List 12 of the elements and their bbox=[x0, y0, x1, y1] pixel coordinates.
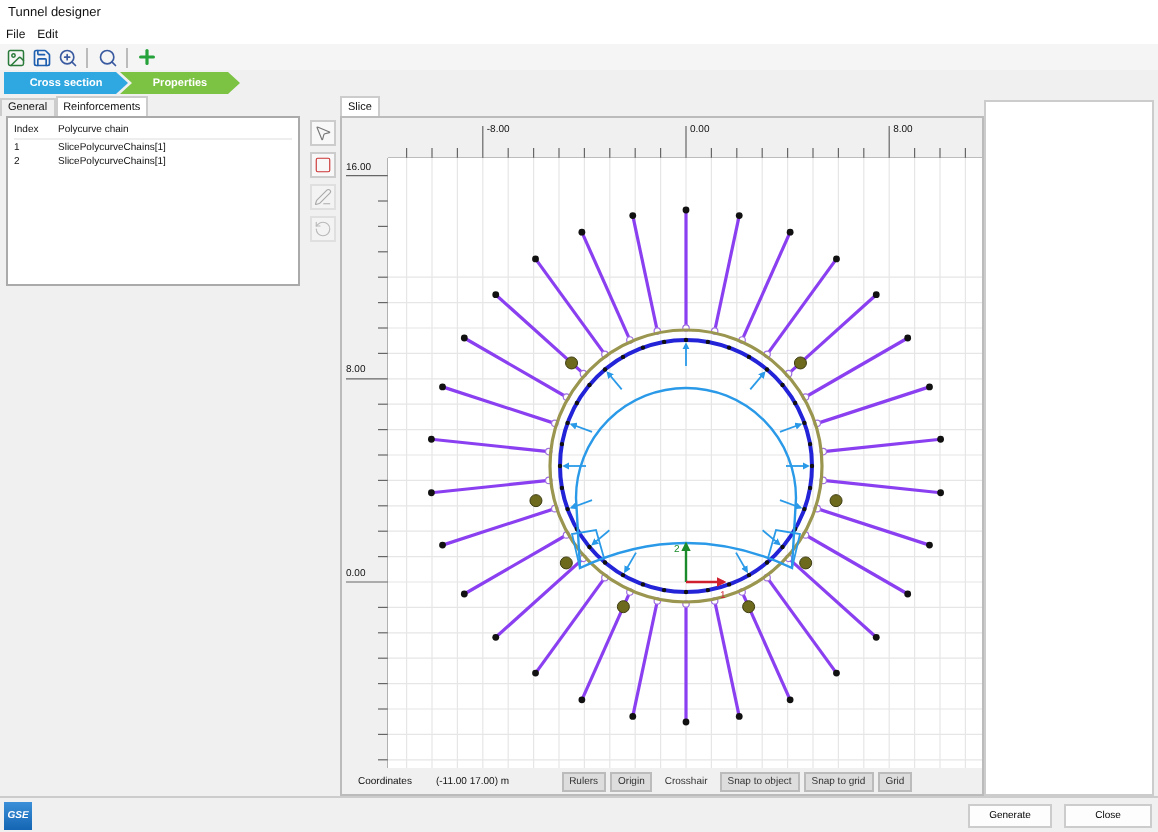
axis-arrows bbox=[681, 541, 727, 587]
image-icon[interactable] bbox=[4, 46, 26, 68]
rotate-icon bbox=[313, 220, 331, 238]
pointer-icon bbox=[313, 124, 331, 142]
line-icon bbox=[313, 188, 331, 206]
search-icon[interactable] bbox=[96, 46, 118, 68]
save-icon[interactable] bbox=[30, 46, 52, 68]
add-icon[interactable] bbox=[136, 46, 158, 68]
tool-button[interactable] bbox=[309, 120, 335, 146]
zoom-icon[interactable] bbox=[56, 46, 78, 68]
tool-button[interactable] bbox=[309, 152, 335, 178]
rectangle-icon bbox=[313, 156, 331, 174]
